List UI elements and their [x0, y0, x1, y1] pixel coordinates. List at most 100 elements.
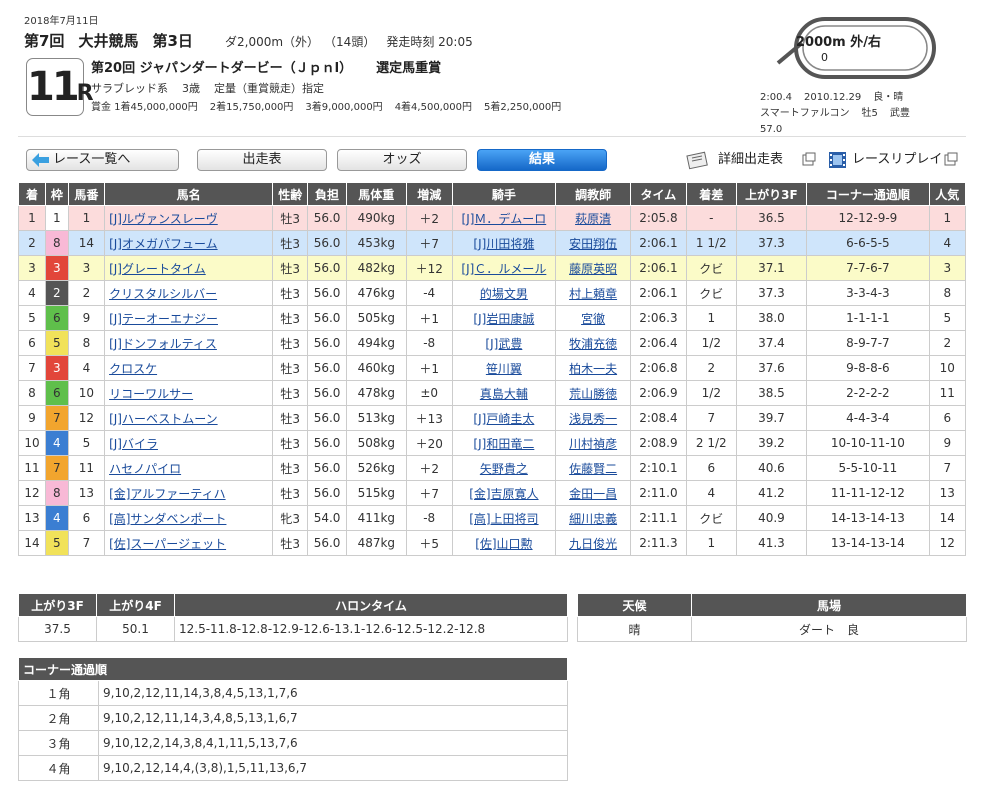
result-row: 9 7 12 [J]ハーベストムーン 牡3 56.0 513kg ＋13 [J]戸崎圭太 浅見秀一…	[18, 405, 967, 431]
course-distance-label: 2000m 外/右	[796, 35, 882, 50]
trainer-link[interactable]: 浅見秀一	[569, 412, 617, 426]
trainer-link[interactable]: 川村禎彦	[569, 437, 617, 451]
horse-name-link[interactable]: [J]ルヴァンスレーヴ	[109, 212, 218, 226]
body-weight-cell: 460kg	[345, 355, 407, 381]
horse-name-link[interactable]: [佐]スーパージェット	[109, 537, 226, 551]
horse-name-link[interactable]: [J]ドンフォルティス	[109, 337, 217, 351]
waku-cell: 2	[44, 280, 69, 306]
jockey-link[interactable]: 真島大輔	[480, 387, 528, 401]
corner-label: １角	[18, 680, 99, 706]
time-cell: 2:11.3	[629, 530, 687, 556]
result-row: 10 4 5 [J]バイラ 牡3 56.0 508kg ＋20 [J]和田竜二 川村禎彦 2:08.…	[18, 430, 967, 456]
margin-cell: 1	[685, 305, 737, 331]
waku-cell: 3	[44, 355, 69, 381]
jockey-cell: [J]和田竜二	[451, 430, 557, 456]
jockey-link[interactable]: [J]戸崎圭太	[473, 412, 534, 426]
margin-cell: 7	[685, 405, 737, 431]
weight-change-cell: ＋2	[405, 455, 453, 481]
horse-name-cell: [J]ハーベストムーン	[104, 405, 274, 431]
detailed-entries-link[interactable]: 詳細出走表	[686, 150, 816, 172]
jockey-link[interactable]: [佐]山口勲	[475, 537, 532, 551]
trainer-link[interactable]: 金田一昌	[569, 487, 617, 501]
margin-cell: 1/2	[685, 380, 737, 406]
horse-name-link[interactable]: [J]テーオーエナジー	[109, 312, 218, 326]
jockey-link[interactable]: 矢野貴之	[480, 462, 528, 476]
jockey-cell: 笹川翼	[451, 355, 557, 381]
trainer-link[interactable]: 藤原英昭	[569, 262, 617, 276]
waku-cell: 3	[44, 255, 69, 281]
body-weight-cell: 494kg	[345, 330, 407, 356]
trainer-link[interactable]: 宮徹	[581, 312, 605, 326]
horse-number-cell: 12	[67, 405, 106, 431]
horse-number-cell: 8	[67, 330, 106, 356]
horse-name-link[interactable]: [高]サンダベンポート	[109, 512, 226, 526]
trainer-link[interactable]: 佐藤賢二	[569, 462, 617, 476]
jockey-link[interactable]: [金]吉原寛人	[469, 487, 538, 501]
body-weight-cell: 515kg	[345, 480, 407, 506]
horse-name-link[interactable]: ハセノパイロ	[109, 462, 181, 476]
horse-number-cell: 4	[67, 355, 106, 381]
race-number: 11	[27, 64, 80, 110]
jockey-link[interactable]: 笹川翼	[486, 362, 522, 376]
horse-name-link[interactable]: [J]グレートタイム	[109, 262, 206, 276]
sex-age-cell: 牡3	[272, 280, 309, 306]
race-prizes: 賞金 1着45,000,000円 2着15,750,000円 3着9,000,000…	[91, 98, 573, 113]
popularity-cell: 9	[928, 430, 967, 456]
jockey-link[interactable]: 的場文男	[480, 287, 528, 301]
weight-carried-cell: 56.0	[307, 380, 347, 406]
position-cell: 13	[18, 505, 46, 531]
race-replay-link[interactable]: レースリプレイ	[828, 150, 958, 172]
trainer-link[interactable]: 九日俊光	[569, 537, 617, 551]
weight-change-cell: ＋7	[405, 230, 453, 256]
tab-entries[interactable]: 出走表	[197, 149, 327, 171]
corner-row: １角 9,10,2,12,11,14,3,8,4,5,13,1,7,6	[18, 680, 569, 706]
waku-cell: 7	[44, 405, 69, 431]
jockey-link[interactable]: [J]Ｃ．ルメール	[461, 262, 546, 276]
corner-order-cell: 11-11-12-12	[806, 480, 930, 506]
trainer-link[interactable]: 細川忠義	[569, 512, 617, 526]
meeting-day: 第3日	[152, 32, 193, 50]
weight-carried-cell: 54.0	[307, 505, 347, 531]
jockey-link[interactable]: [J]和田竜二	[473, 437, 534, 451]
horse-name-link[interactable]: [J]オメガパフューム	[109, 237, 218, 251]
tab-results[interactable]: 結果	[477, 149, 607, 171]
jockey-link[interactable]: [J]武豊	[485, 337, 522, 351]
horse-name-link[interactable]: クリスタルシルバー	[109, 287, 217, 301]
tab-odds[interactable]: オッズ	[337, 149, 467, 171]
position-cell: 6	[18, 330, 46, 356]
horse-name-link[interactable]: [J]バイラ	[109, 437, 158, 451]
weather-header-row: 天候 馬場	[577, 593, 967, 617]
trainer-link[interactable]: 村上頼章	[569, 287, 617, 301]
trainer-link[interactable]: 安田翔伍	[569, 237, 617, 251]
horse-name-cell: [J]グレートタイム	[104, 255, 274, 281]
record-time: 2:00.4	[760, 92, 792, 103]
margin-cell: 6	[685, 455, 737, 481]
course-start-marker: 0	[821, 51, 828, 64]
detailed-entries-label: 詳細出走表	[718, 152, 784, 167]
horse-name-link[interactable]: [J]ハーベストムーン	[109, 412, 218, 426]
lap-value-row: 37.5 50.1 12.5-11.8-12.8-12.9-12.6-13.1-…	[18, 616, 568, 642]
time-cell: 2:11.1	[629, 505, 687, 531]
jockey-link[interactable]: [J]岩田康誠	[473, 312, 534, 326]
jockey-link[interactable]: [高]上田将司	[469, 512, 538, 526]
back-to-race-list-button[interactable]: レース一覧へ	[26, 149, 179, 171]
race-conditions: ダ2,000m（外） （14頭） 発走時刻 20:05	[225, 33, 484, 50]
jockey-cell: [J]川田将雅	[451, 230, 557, 256]
race-grade: 選定馬重賞	[376, 61, 442, 76]
jockey-link[interactable]: [J]Ｍ．デムーロ	[462, 212, 547, 226]
trainer-cell: 柏木一夫	[555, 355, 631, 381]
weight-carried-cell: 56.0	[307, 255, 347, 281]
jockey-link[interactable]: [J]川田将雅	[473, 237, 534, 251]
horse-number-cell: 9	[67, 305, 106, 331]
trainer-link[interactable]: 萩原清	[575, 212, 611, 226]
trainer-link[interactable]: 荒山勝徳	[569, 387, 617, 401]
course-record: 2:00.4 2010.12.29 良・晴 スマートファルコン 牡5 武豊 57.0	[760, 90, 922, 138]
result-row: 4 2 2 クリスタルシルバー 牡3 56.0 476kg -4 的場文男 村上頼章 2:06.1 ク…	[18, 280, 967, 306]
horse-name-link[interactable]: [金]アルファーティハ	[109, 487, 226, 501]
trainer-link[interactable]: 牧浦充徳	[569, 337, 617, 351]
trainer-link[interactable]: 柏木一夫	[569, 362, 617, 376]
record-condition: 良・晴	[873, 92, 904, 103]
race-start-time: 発走時刻 20:05	[386, 35, 473, 49]
horse-name-link[interactable]: クロスケ	[109, 362, 157, 376]
horse-name-link[interactable]: リコーワルサー	[109, 387, 193, 401]
